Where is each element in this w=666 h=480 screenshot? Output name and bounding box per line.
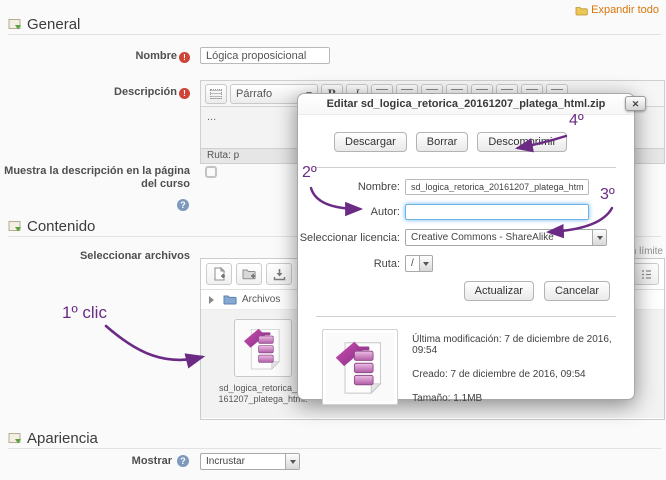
modal-autor-input[interactable] [405,204,589,220]
section-collapse-icon [8,432,23,445]
modal-confirm-buttons: Actualizar Cancelar [298,281,610,301]
ruta-select-value: / [406,258,419,269]
chevron-down-icon [592,230,606,245]
modal-title: Editar sd_logica_retorica_20161207_plate… [298,94,634,115]
section-collapse-icon [8,220,23,233]
modal-divider [316,167,616,168]
mostrar-select-value: Incrustar [201,456,285,467]
help-icon[interactable] [177,455,189,467]
chevron-down-icon [419,256,432,271]
edit-file-modal: Editar sd_logica_retorica_20161207_plate… [297,93,635,400]
mostrar-field-row: Mostrar [0,455,189,467]
descripcion-field-label: Descripción [0,86,190,99]
toolbar-toggle-icon [210,89,222,99]
section-divider [8,34,661,35]
section-header-contenido[interactable]: Contenido [8,218,95,235]
expand-all-link[interactable]: Expandir todo [575,4,659,16]
section-divider [8,448,661,449]
modal-licencia-label: Seleccionar licencia: [298,232,400,244]
file-created-text: Creado: 7 de diciembre de 2016, 09:54 [412,369,634,380]
zip-file-icon [241,325,285,372]
modal-close-button[interactable]: ✕ [625,96,646,111]
licencia-select-value: Creative Commons - ShareAlike [406,232,592,243]
folder-icon [575,5,588,16]
section-title-apariencia: Apariencia [27,430,98,447]
file-thumbnail [322,329,398,405]
nombre-field-label: Nombre [0,50,190,63]
required-icon [179,52,190,63]
required-icon [179,88,190,99]
descargar-button[interactable]: Descargar [334,132,407,152]
zip-file-card[interactable] [234,319,292,377]
section-header-apariencia[interactable]: Apariencia [8,430,98,447]
annotation-arrow-step1 [106,326,202,360]
zip-file-icon [332,337,388,397]
cancelar-button[interactable]: Cancelar [544,281,610,301]
folder-icon [223,294,237,305]
file-name-line2: 161207_platega_html. [217,394,309,405]
file-preview-section: Última modificación: 7 de diciembre de 2… [322,329,634,417]
file-info: Última modificación: 7 de diciembre de 2… [412,329,634,417]
list-view-icon [640,269,653,280]
download-all-button[interactable] [266,263,292,285]
licencia-select[interactable]: Creative Commons - ShareAlike [405,229,607,246]
modal-autor-label: Autor: [298,206,400,218]
mostrar-label: Mostrar [0,455,172,467]
file-size-text: Tamaño: 1.1MB [412,393,634,404]
section-title-contenido: Contenido [27,218,95,235]
section-collapse-icon [8,18,23,31]
paragraph-format-value: Párrafo [236,88,272,100]
ruta-select[interactable]: / [405,255,433,272]
file-modified-text: Última modificación: 7 de diciembre de 2… [412,334,634,356]
show-description-label: Muestra la descripción en la página del … [0,165,190,191]
help-icon[interactable] [177,199,189,211]
annotation-step1-label: 1º clic [62,303,107,323]
modal-nombre-row: Nombre: [298,179,634,195]
tree-expand-icon[interactable] [209,296,218,304]
create-folder-button[interactable] [236,263,262,285]
zip-file-tile[interactable]: sd_logica_retorica_20 161207_platega_htm… [217,319,309,405]
chevron-down-icon [285,454,299,469]
add-file-icon [213,267,226,281]
nombre-input[interactable] [200,47,330,64]
modal-licencia-row: Seleccionar licencia: Creative Commons -… [298,229,634,246]
download-icon [273,268,286,281]
tree-root-label: Archivos [242,294,280,305]
zip-file-name: sd_logica_retorica_20 161207_platega_htm… [217,383,309,405]
modal-ruta-row: Ruta: / [298,255,634,272]
expand-all-label: Expandir todo [591,4,659,16]
nombre-label-text: Nombre [135,50,177,62]
modal-nombre-label: Nombre: [298,181,400,193]
toolbar-toggle-button[interactable] [205,84,227,104]
section-title-general: General [27,16,80,33]
actualizar-button[interactable]: Actualizar [464,281,534,301]
modal-action-buttons: Descargar Borrar Descomprimir [334,132,634,152]
modal-ruta-label: Ruta: [298,258,400,270]
borrar-button[interactable]: Borrar [416,132,469,152]
create-folder-icon [242,268,257,280]
modal-nombre-input[interactable] [405,179,589,195]
file-name-line1: sd_logica_retorica_20 [217,383,309,394]
show-description-checkbox[interactable] [205,166,217,178]
moodle-edit-resource-page: Expandir todo General Nombre Descripción… [0,0,666,480]
mostrar-select[interactable]: Incrustar [200,453,300,470]
descripcion-label-text: Descripción [114,86,177,98]
select-files-label: Seleccionar archivos [0,250,190,263]
add-file-button[interactable] [206,263,232,285]
modal-divider [316,316,616,317]
section-header-general[interactable]: General [8,16,80,33]
descomprimir-button[interactable]: Descomprimir [477,132,567,152]
view-mode-toggle-button[interactable] [633,263,659,285]
modal-autor-row: Autor: [298,204,634,220]
